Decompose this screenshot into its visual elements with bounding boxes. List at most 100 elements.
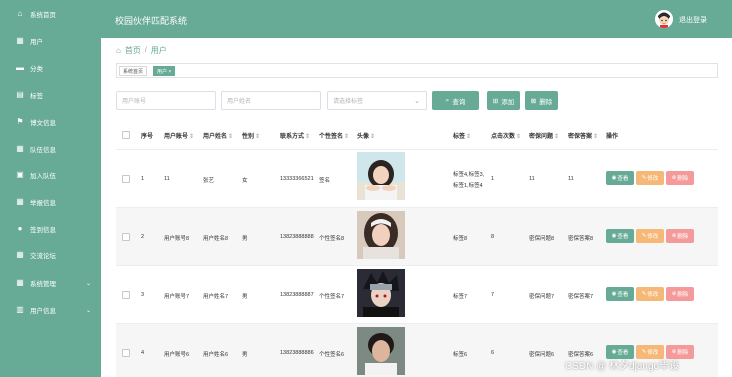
cell-question: 11	[529, 176, 535, 182]
top-bar: 校园伙伴匹配系统 退出登录	[101, 0, 732, 38]
col-clicks[interactable]: 点击次数⇕	[491, 131, 521, 140]
avatar-photo	[357, 211, 405, 259]
cell-signature: 签名	[319, 178, 331, 184]
person-icon: ●	[17, 224, 23, 233]
breadcrumb-home[interactable]: 首页	[125, 45, 141, 56]
name-search-input[interactable]: 用户姓名	[221, 91, 321, 110]
card-icon: ▬	[16, 63, 24, 72]
cell-answer: 密保答案7	[568, 294, 594, 300]
cell-index: 4	[141, 350, 145, 356]
eye-icon: ◉	[611, 291, 617, 297]
sidebar-item-tags[interactable]: ▤ 标签	[0, 85, 101, 105]
sidebar-item-join-team[interactable]: ▣ 加入队伍	[0, 165, 101, 185]
col-account[interactable]: 用户账号⇕	[164, 131, 194, 140]
cell-clicks: 1	[491, 176, 495, 182]
sidebar-item-category[interactable]: ▬ 分类	[0, 58, 101, 78]
sidebar-item-users[interactable]: ▦ 用户	[0, 31, 101, 51]
cell-index: 1	[141, 176, 145, 182]
delete-button[interactable]: ⊗ 删除	[666, 287, 694, 301]
search-button[interactable]: ⌕ 查询	[432, 91, 479, 110]
col-avatar[interactable]: 头像⇕	[357, 131, 375, 140]
cell-phone: 13823888887	[280, 292, 314, 298]
grid-icon: ▦	[16, 36, 24, 45]
home-icon: ⌂	[116, 46, 121, 55]
cell-clicks: 6	[491, 350, 495, 356]
cell-name: 张艺	[203, 178, 215, 184]
grid-icon: ▦	[16, 197, 24, 206]
view-button[interactable]: ◉ 查看	[606, 287, 634, 301]
tag-select[interactable]: 请选择标签 ⌄	[327, 91, 427, 110]
screen-icon: ▣	[16, 170, 24, 179]
cell-phone: 13823888886	[280, 350, 314, 356]
app-title: 校园伙伴匹配系统	[115, 16, 188, 26]
cell-clicks: 8	[491, 234, 495, 240]
col-answer[interactable]: 密保答案⇕	[568, 131, 598, 140]
delete-button[interactable]: ⊗ 删除	[666, 229, 694, 243]
avatar-photo	[357, 269, 405, 317]
grid-icon: ▦	[16, 278, 24, 287]
breadcrumb-separator: /	[144, 47, 147, 54]
flag-icon: ⚑	[16, 117, 24, 126]
plus-icon: ⊞	[492, 97, 499, 105]
cell-question: 密保问题8	[529, 236, 555, 242]
col-phone[interactable]: 联系方式⇕	[280, 131, 310, 140]
cell-name: 用户姓名7	[203, 294, 229, 300]
cell-tags-line1: 标签6	[453, 352, 468, 358]
cell-index: 2	[141, 234, 145, 240]
col-signature[interactable]: 个性签名⇕	[319, 131, 349, 140]
cell-tags-line1: 标签7	[453, 294, 468, 300]
sidebar-item-signin[interactable]: ● 签到信息	[0, 219, 101, 239]
cell-account: 11	[164, 176, 170, 182]
cell-phone: 13333366521	[280, 176, 314, 182]
logout-button[interactable]: 退出登录	[679, 15, 707, 25]
edit-button[interactable]: ✎ 修改	[636, 229, 664, 243]
eye-icon: ◉	[611, 233, 617, 239]
account-search-input[interactable]: 用户账号	[116, 91, 216, 110]
row-checkbox[interactable]	[122, 291, 130, 299]
select-all-checkbox[interactable]	[122, 131, 130, 139]
tag-users[interactable]: 用户 ×	[153, 66, 176, 76]
batch-delete-button[interactable]: ⊠ 删除	[525, 91, 558, 110]
sidebar: ⌂ 系统首页 ▦ 用户 ▬ 分类 ▤ 标签 ⚑ 博文信息 ▦ 队伍信息 ▣ 加入队伍 ▦ 举报信…	[0, 0, 101, 377]
sidebar-item-user-info[interactable]: ▥ 用户信息 ⌄	[0, 300, 101, 320]
avatar[interactable]	[655, 10, 673, 28]
col-question[interactable]: 密保问题⇕	[529, 131, 559, 140]
edit-icon: ✎	[641, 349, 647, 355]
home-icon: ⌂	[17, 9, 23, 18]
col-name[interactable]: 用户姓名⇕	[203, 131, 233, 140]
search-icon: ⌕	[445, 96, 450, 104]
cell-clicks: 7	[491, 292, 495, 298]
sidebar-item-teams[interactable]: ▦ 队伍信息	[0, 139, 101, 159]
col-gender[interactable]: 性别⇕	[242, 131, 260, 140]
edit-button[interactable]: ✎ 修改	[636, 287, 664, 301]
cell-gender: 女	[242, 178, 248, 184]
tag-home[interactable]: 系统首页	[119, 66, 148, 76]
cell-gender: 男	[242, 236, 248, 242]
sidebar-item-reports[interactable]: ▦ 举报信息	[0, 192, 101, 212]
breadcrumb: ⌂ 首页 / 用户	[116, 45, 167, 56]
sidebar-item-forum[interactable]: ▦ 交流论坛	[0, 245, 101, 265]
view-button[interactable]: ◉ 查看	[606, 171, 634, 185]
col-actions: 操作	[606, 134, 619, 140]
add-button[interactable]: ⊞ 添加	[487, 91, 520, 110]
sidebar-item-home[interactable]: ⌂ 系统首页	[0, 4, 101, 24]
cell-question: 密保问题7	[529, 294, 555, 300]
delete-button[interactable]: ⊗ 删除	[666, 171, 694, 185]
row-checkbox[interactable]	[122, 233, 130, 241]
cell-answer: 11	[568, 176, 574, 182]
eye-icon: ◉	[611, 175, 617, 181]
table-row: 1 11 张艺 女 13333366521 签名 标签4,标签3, 标签1,标签…	[116, 150, 718, 208]
sidebar-item-system[interactable]: ▦ 系统管理 ⌄	[0, 273, 101, 293]
grid-icon: ▦	[16, 144, 24, 153]
breadcrumb-current: 用户	[150, 46, 167, 55]
chevron-down-icon: ⌄	[85, 280, 91, 287]
row-checkbox[interactable]	[122, 349, 130, 357]
sidebar-item-posts[interactable]: ⚑ 博文信息	[0, 112, 101, 132]
edit-button[interactable]: ✎ 修改	[636, 171, 664, 185]
row-checkbox[interactable]	[122, 175, 130, 183]
col-tags[interactable]: 标签⇕	[453, 131, 471, 140]
close-icon: ⊠	[530, 97, 537, 105]
cell-signature: 个性签名8	[319, 236, 345, 242]
view-button[interactable]: ◉ 查看	[606, 229, 634, 243]
close-icon: ⊗	[671, 233, 677, 239]
